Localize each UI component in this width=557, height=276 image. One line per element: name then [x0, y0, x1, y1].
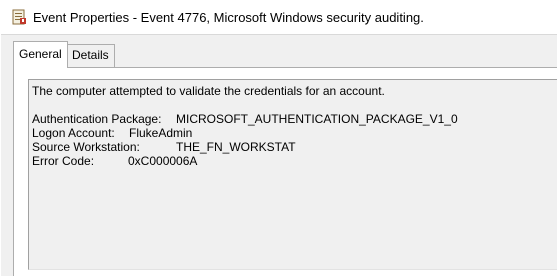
field-label: Logon Account: [32, 126, 115, 140]
tab-general[interactable]: General [13, 41, 68, 68]
field-label: Source Workstation: [32, 140, 140, 154]
field-authentication-package: Authentication Package: MICROSOFT_AUTHEN… [32, 112, 458, 126]
field-value: MICROSOFT_AUTHENTICATION_PACKAGE_V1_0 [176, 112, 458, 126]
tab-details[interactable]: Details [66, 44, 115, 67]
event-description-box[interactable]: The computer attempted to validate the c… [28, 79, 557, 270]
field-label: Authentication Package: [32, 112, 162, 126]
field-value: 0xC000006A [128, 154, 198, 168]
title-bar[interactable]: Event Properties - Event 4776, Microsoft… [0, 0, 557, 34]
field-label: Error Code: [32, 154, 95, 168]
field-source-workstation: Source Workstation: THE_FN_WORKSTAT [32, 140, 296, 154]
window-title: Event Properties - Event 4776, Microsoft… [33, 10, 424, 25]
field-logon-account: Logon Account: FlukeAdmin [32, 126, 192, 140]
dialog-client-area: General Details The computer attempted t… [1, 34, 557, 276]
field-value: THE_FN_WORKSTAT [176, 140, 296, 154]
field-value: FlukeAdmin [129, 126, 193, 140]
general-tab-panel: The computer attempted to validate the c… [13, 67, 557, 276]
event-summary: The computer attempted to validate the c… [32, 84, 385, 98]
event-viewer-icon [11, 9, 27, 25]
field-error-code: Error Code: 0xC000006A [32, 154, 197, 168]
